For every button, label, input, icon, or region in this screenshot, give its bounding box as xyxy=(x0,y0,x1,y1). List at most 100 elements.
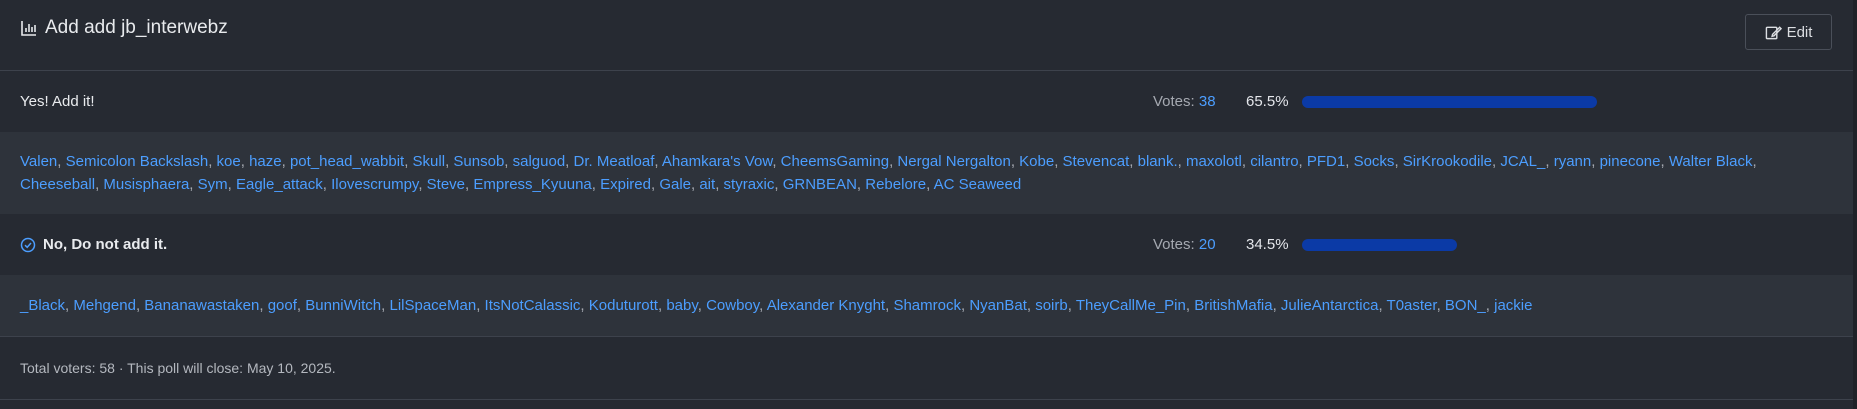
poll-title: Add add jb_interwebz xyxy=(20,17,228,39)
voter-link[interactable]: Musisphaera xyxy=(103,176,189,193)
voter-link[interactable]: Eagle_attack xyxy=(236,176,323,193)
voter-link[interactable]: _Black xyxy=(20,297,65,314)
voter-link[interactable]: ItsNotCalassic xyxy=(485,297,581,314)
voter-link[interactable]: styraxic xyxy=(724,176,775,193)
voter-separator: , xyxy=(404,153,413,170)
voter-link[interactable]: Nergal Nergalton xyxy=(897,153,1010,170)
voter-link[interactable]: Ilovescrumpy xyxy=(331,176,418,193)
voter-link[interactable]: Alexander Knyght xyxy=(767,297,885,314)
voter-link[interactable]: NyanBat xyxy=(969,297,1027,314)
voter-link[interactable]: Skull xyxy=(413,153,446,170)
voter-link[interactable]: Valen xyxy=(20,153,57,170)
voter-link[interactable]: T0aster xyxy=(1387,297,1437,314)
voter-separator: , xyxy=(418,176,427,193)
voter-link[interactable]: Koduturott xyxy=(589,297,658,314)
voter-separator: , xyxy=(715,176,724,193)
voter-link[interactable]: Expired xyxy=(600,176,651,193)
vote-count: Votes: 38 xyxy=(1153,93,1216,110)
voter-link[interactable]: Stevencat xyxy=(1063,153,1130,170)
voter-link[interactable]: baby xyxy=(666,297,697,314)
voter-link[interactable]: salguod xyxy=(513,153,566,170)
edit-button[interactable]: Edit xyxy=(1745,14,1832,50)
voter-link[interactable]: blank. xyxy=(1138,153,1178,170)
voter-link[interactable]: jackie xyxy=(1494,297,1532,314)
edit-icon xyxy=(1765,25,1782,39)
voter-link[interactable]: Walter Black xyxy=(1669,153,1753,170)
voter-link[interactable]: koe xyxy=(217,153,241,170)
voter-link[interactable]: Sunsob xyxy=(453,153,504,170)
voter-link[interactable]: goof xyxy=(268,297,297,314)
vote-percent: 34.5% xyxy=(1246,236,1289,253)
voter-link[interactable]: SirKrookodile xyxy=(1403,153,1492,170)
voter-separator: , xyxy=(1185,297,1195,314)
voter-link[interactable]: Empress_Kyuuna xyxy=(473,176,591,193)
voter-separator: , xyxy=(1241,153,1251,170)
voter-separator: , xyxy=(1054,153,1063,170)
voter-link[interactable]: Socks xyxy=(1354,153,1395,170)
voter-separator: , xyxy=(1272,297,1281,314)
voter-separator: , xyxy=(565,153,574,170)
bar-chart-icon xyxy=(21,21,36,36)
voter-link[interactable]: pot_head_wabbit xyxy=(290,153,404,170)
voter-link[interactable]: BunniWitch xyxy=(305,297,381,314)
voter-link[interactable]: Kobe xyxy=(1019,153,1054,170)
poll-header: Add add jb_interwebz Edit xyxy=(0,0,1857,71)
voter-separator: , xyxy=(1298,153,1307,170)
voter-link[interactable]: AC Seaweed xyxy=(934,176,1022,193)
voter-link[interactable]: PFD1 xyxy=(1307,153,1345,170)
vote-bar xyxy=(1302,238,1782,251)
voter-link[interactable]: soirb xyxy=(1035,297,1068,314)
voter-link[interactable]: cilantro xyxy=(1250,153,1298,170)
voter-link[interactable]: haze xyxy=(249,153,282,170)
voter-link[interactable]: BritishMafia xyxy=(1194,297,1272,314)
voter-separator: , xyxy=(591,176,601,193)
scrollbar-edge xyxy=(1853,0,1857,409)
vote-count-link[interactable]: 38 xyxy=(1199,93,1216,110)
voter-link[interactable]: maxolotl xyxy=(1186,153,1242,170)
voter-separator: , xyxy=(1010,153,1020,170)
voter-link[interactable]: pinecone xyxy=(1600,153,1661,170)
voter-link[interactable]: JCAL_ xyxy=(1500,153,1545,170)
voter-separator: , xyxy=(1177,153,1186,170)
vote-count-link[interactable]: 20 xyxy=(1199,236,1216,253)
voter-separator: , xyxy=(1345,153,1354,170)
voter-link[interactable]: Cowboy xyxy=(706,297,759,314)
voter-separator: , xyxy=(1752,153,1757,170)
option-label: Yes! Add it! xyxy=(20,93,95,110)
voter-link[interactable]: BON_ xyxy=(1445,297,1486,314)
voter-separator: , xyxy=(281,153,290,170)
voter-link[interactable]: CheemsGaming xyxy=(781,153,889,170)
poll-option-no: No, Do not add it. Votes: 20 34.5% xyxy=(0,214,1857,275)
voter-separator: , xyxy=(57,153,66,170)
voter-separator: , xyxy=(1436,297,1445,314)
voter-list: _Black, Mehgend, Bananawastaken, goof, B… xyxy=(0,275,1857,336)
voter-link[interactable]: Bananawastaken xyxy=(144,297,259,314)
voter-link[interactable]: Semicolon Backslash xyxy=(66,153,209,170)
voter-link[interactable]: LilSpaceMan xyxy=(389,297,476,314)
poll-title-text: Add add jb_interwebz xyxy=(45,17,228,38)
voter-link[interactable]: Dr. Meatloaf xyxy=(574,153,655,170)
voter-separator: , xyxy=(1591,153,1600,170)
voter-separator: , xyxy=(1545,153,1554,170)
voter-separator: , xyxy=(1129,153,1138,170)
voter-link[interactable]: Mehgend xyxy=(73,297,136,314)
option-label-text: No, Do not add it. xyxy=(43,236,168,253)
vote-percent: 65.5% xyxy=(1246,93,1289,110)
voter-link[interactable]: ryann xyxy=(1554,153,1592,170)
votes-prefix: Votes: xyxy=(1153,93,1195,110)
voter-link[interactable]: GRNBEAN xyxy=(783,176,857,193)
voter-link[interactable]: Rebelore xyxy=(865,176,926,193)
voter-link[interactable]: Ahamkara's Vow xyxy=(662,153,772,170)
voter-separator: , xyxy=(227,176,236,193)
voter-separator: , xyxy=(774,176,783,193)
voter-link[interactable]: TheyCallMe_Pin xyxy=(1076,297,1186,314)
voter-link[interactable]: Gale xyxy=(659,176,691,193)
voter-link[interactable]: Cheeseball xyxy=(20,176,95,193)
voter-link[interactable]: Steve xyxy=(427,176,465,193)
voter-link[interactable]: Sym xyxy=(198,176,228,193)
voter-link[interactable]: ait xyxy=(699,176,715,193)
voter-separator: , xyxy=(772,153,781,170)
voter-link[interactable]: Shamrock xyxy=(893,297,961,314)
vote-bar-fill xyxy=(1302,238,1457,251)
voter-link[interactable]: JulieAntarctica xyxy=(1281,297,1379,314)
